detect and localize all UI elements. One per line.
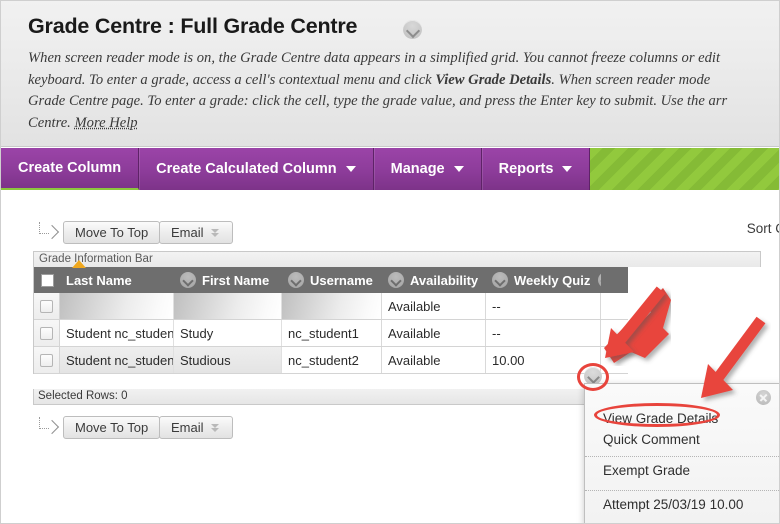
cell-availability[interactable]: Available <box>382 320 486 346</box>
table-row[interactable]: Available -- <box>34 293 628 320</box>
cell-weekly-quiz[interactable]: -- <box>486 293 601 319</box>
grade-grid: Last Name First Name Username Availabili… <box>33 260 628 374</box>
chevron-down-icon <box>345 166 356 172</box>
row-checkbox[interactable] <box>40 353 53 367</box>
column-header-weekly-quiz[interactable]: Weekly Quiz <box>486 267 601 293</box>
double-chevron-down-icon <box>210 228 221 238</box>
curved-arrow-icon <box>39 222 63 242</box>
cell-first-name[interactable] <box>174 293 282 319</box>
context-menu-item-exempt-grade[interactable]: Exempt Grade <box>585 456 779 484</box>
context-menu-item-view-grade-details[interactable]: View Grade Details <box>585 408 779 429</box>
context-menu-item-quick-comment[interactable]: Quick Comment <box>585 429 779 450</box>
chevron-down-circle-icon[interactable] <box>492 272 508 288</box>
sort-columns-label[interactable]: Sort C <box>747 221 779 236</box>
chevron-down-circle-icon[interactable] <box>288 272 304 288</box>
manage-label: Manage <box>390 161 445 177</box>
cell-username[interactable]: nc_student2 <box>282 347 382 373</box>
column-header-weekly-quiz-label: Weekly Quiz <box>514 272 591 288</box>
chevron-down-circle-icon[interactable] <box>598 272 601 288</box>
more-help-link[interactable]: More Help <box>74 115 137 131</box>
grade-centre-page: Grade Centre : Full Grade Centre When sc… <box>0 0 780 524</box>
chevron-down-circle-icon[interactable] <box>180 272 196 288</box>
row-checkbox-cell[interactable] <box>34 347 60 373</box>
action-bar: Create Column Create Calculated Column M… <box>1 148 779 190</box>
email-label: Email <box>171 420 204 435</box>
manage-button[interactable]: Manage <box>373 148 482 190</box>
chevron-down-icon <box>562 166 573 172</box>
email-button-bottom[interactable]: Email <box>159 416 233 439</box>
context-menu-item-attempt[interactable]: Attempt 25/03/19 10.00 <box>585 490 779 518</box>
column-header-username[interactable]: Username <box>282 267 382 293</box>
table-row[interactable]: Student nc_student2 Studious nc_student2… <box>34 347 628 374</box>
column-header-availability-label: Availability <box>410 272 479 288</box>
select-all-cell[interactable] <box>34 267 60 293</box>
cell-last-name[interactable]: Student nc_student1 <box>60 320 174 346</box>
context-menu-item-label: View Grade Details <box>603 411 719 426</box>
instruction-line-2a: keyboard. To enter a grade, access a cel… <box>28 71 436 88</box>
double-chevron-down-icon <box>210 423 221 433</box>
instruction-bold-view-grade-details: View Grade Details <box>435 71 552 88</box>
selected-rows-bar: Selected Rows: 0 <box>33 389 628 405</box>
column-header-first-name[interactable]: First Name <box>174 267 282 293</box>
table-row[interactable]: Student nc_student1 Study nc_student1 Av… <box>34 320 628 347</box>
context-menu-item-label: Attempt 25/03/19 10.00 <box>603 497 744 512</box>
grid-toolbar-top: Move To Top Email Sort C <box>1 213 779 251</box>
cell-availability[interactable]: Available <box>382 293 486 319</box>
column-header-availability[interactable]: Availability <box>382 267 486 293</box>
cell-first-name[interactable]: Studious <box>174 347 282 373</box>
curved-arrow-icon <box>39 417 63 437</box>
page-title: Grade Centre : Full Grade Centre <box>28 14 358 38</box>
cell-weekly-quiz[interactable]: -- <box>486 320 601 346</box>
context-menu-item-label: Quick Comment <box>603 432 700 447</box>
action-bar-striped-filler <box>590 148 779 190</box>
column-header-first-name-label: First Name <box>202 272 270 288</box>
context-menu-list: View Grade Details Quick Comment Exempt … <box>585 408 779 518</box>
create-calculated-column-button[interactable]: Create Calculated Column <box>139 148 374 190</box>
grid-header-row: Last Name First Name Username Availabili… <box>34 260 628 293</box>
column-header-last-name-label: Last Name <box>66 272 132 288</box>
create-column-button[interactable]: Create Column <box>1 148 140 190</box>
instructions-text: When screen reader mode is on, the Grade… <box>28 48 779 134</box>
move-to-top-label: Move To Top <box>75 420 149 435</box>
page-header: Grade Centre : Full Grade Centre When sc… <box>1 1 779 147</box>
column-header-username-label: Username <box>310 272 373 288</box>
select-all-checkbox[interactable] <box>40 273 54 287</box>
email-label: Email <box>171 225 204 240</box>
cell-username[interactable]: nc_student1 <box>282 320 382 346</box>
row-checkbox[interactable] <box>40 326 53 340</box>
chevron-down-circle-icon[interactable] <box>388 272 404 288</box>
ascending-triangle-icon <box>72 260 86 268</box>
cell-weekly-quiz[interactable]: 10.00 <box>486 347 601 373</box>
create-column-label: Create Column <box>18 160 122 176</box>
grade-information-bar: Grade Information Bar <box>33 251 761 267</box>
reports-label: Reports <box>498 161 554 177</box>
cell-context-menu: View Grade Details Quick Comment Exempt … <box>584 383 779 523</box>
cell-first-name[interactable]: Study <box>174 320 282 346</box>
email-button-top[interactable]: Email <box>159 221 233 244</box>
reports-button[interactable]: Reports <box>481 148 591 190</box>
cell-username[interactable] <box>282 293 382 319</box>
row-checkbox-cell[interactable] <box>34 293 60 319</box>
instruction-line-1: When screen reader mode is on, the Grade… <box>28 50 721 66</box>
move-to-top-button-bottom[interactable]: Move To Top <box>63 416 161 439</box>
column-header-last-name[interactable]: Last Name <box>60 267 174 293</box>
instruction-line-2b: . When screen reader mode <box>551 71 711 88</box>
instruction-line-4: Centre. <box>28 114 75 131</box>
page-title-chevron-down-circle-icon[interactable] <box>403 20 422 39</box>
instruction-line-3: Grade Centre page. To enter a grade: cli… <box>28 93 728 109</box>
context-menu-item-label: Exempt Grade <box>603 463 691 478</box>
row-checkbox[interactable] <box>40 299 53 313</box>
move-to-top-label: Move To Top <box>75 225 149 240</box>
cell-last-name[interactable] <box>60 293 174 319</box>
close-circle-icon[interactable] <box>756 390 771 405</box>
move-to-top-button-top[interactable]: Move To Top <box>63 221 161 244</box>
grid-body: Available -- Student nc_student1 Study n… <box>34 293 628 374</box>
create-calculated-column-label: Create Calculated Column <box>156 161 337 177</box>
cell-availability[interactable]: Available <box>382 347 486 373</box>
cell-last-name[interactable]: Student nc_student2 <box>60 347 174 373</box>
row-checkbox-cell[interactable] <box>34 320 60 346</box>
chevron-down-icon <box>453 166 464 172</box>
